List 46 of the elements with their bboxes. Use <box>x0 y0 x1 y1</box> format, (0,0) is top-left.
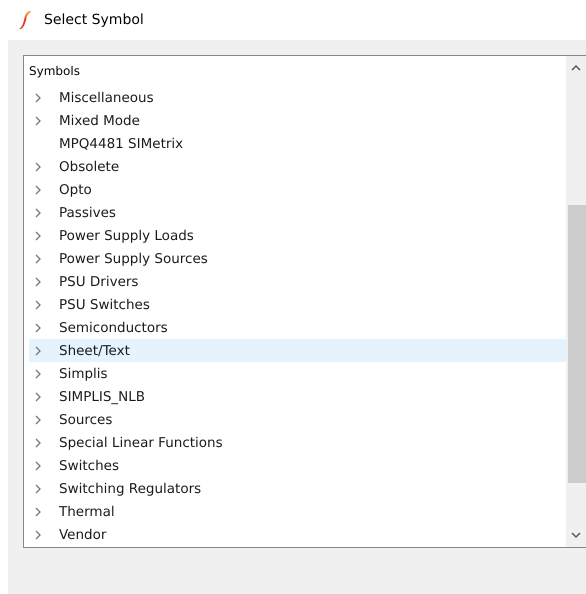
tree-item[interactable]: Obsolete <box>29 155 566 178</box>
tree-item[interactable]: Sources <box>29 408 566 431</box>
chevron-icon[interactable] <box>33 254 43 264</box>
app-logo-icon <box>18 10 32 30</box>
chevron-icon[interactable] <box>33 116 43 126</box>
chevron-icon[interactable] <box>33 414 43 424</box>
tree-item[interactable]: Opto <box>29 178 566 201</box>
tree-item[interactable]: Sheet/Text <box>29 339 566 362</box>
tree-item[interactable]: Power Supply Loads <box>29 224 566 247</box>
tree-item[interactable]: Power Supply Sources <box>29 247 566 270</box>
chevron-icon[interactable] <box>33 438 43 448</box>
chevron-icon[interactable] <box>33 484 43 494</box>
chevron-icon[interactable] <box>33 460 43 470</box>
tree-item[interactable]: Switching Regulators <box>29 477 566 500</box>
tree-item[interactable]: MPQ4481 SIMetrix <box>29 132 566 155</box>
tree-item[interactable]: Switches <box>29 454 566 477</box>
chevron-icon[interactable] <box>33 506 43 516</box>
chevron-icon[interactable] <box>33 322 43 332</box>
tree-item[interactable]: Semiconductors <box>29 316 566 339</box>
chevron-icon[interactable] <box>33 162 43 172</box>
tree-item[interactable]: Vendor <box>29 523 566 546</box>
tree-item[interactable]: Thermal <box>29 500 566 523</box>
scroll-up-icon[interactable] <box>571 64 581 72</box>
tree-item[interactable]: PSU Switches <box>29 293 566 316</box>
tree-item[interactable]: Special Linear Functions <box>29 431 566 454</box>
scroll-down-icon[interactable] <box>571 531 581 539</box>
chevron-icon[interactable] <box>33 300 43 310</box>
tree-item[interactable]: Passives <box>29 201 566 224</box>
chevron-icon[interactable] <box>33 230 43 240</box>
chevron-icon[interactable] <box>33 92 43 102</box>
chevron-icon[interactable] <box>33 276 43 286</box>
chevron-icon[interactable] <box>33 346 43 356</box>
tree-item[interactable]: Simplis <box>29 362 566 385</box>
tree-item[interactable]: Mixed Mode <box>29 109 566 132</box>
window-title: Select Symbol <box>44 12 144 28</box>
tree-item[interactable]: SIMPLIS_NLB <box>29 385 566 408</box>
chevron-icon[interactable] <box>33 368 43 378</box>
scrollbar[interactable] <box>566 56 586 547</box>
chevron-icon[interactable] <box>33 184 43 194</box>
scroll-thumb[interactable] <box>568 205 586 483</box>
tree-item[interactable]: PSU Drivers <box>29 270 566 293</box>
tree-header: Symbols <box>29 63 80 80</box>
chevron-icon[interactable] <box>33 392 43 402</box>
chevron-icon[interactable] <box>33 208 43 218</box>
tree-item[interactable]: Miscellaneous <box>29 86 566 109</box>
chevron-icon[interactable] <box>33 530 43 540</box>
